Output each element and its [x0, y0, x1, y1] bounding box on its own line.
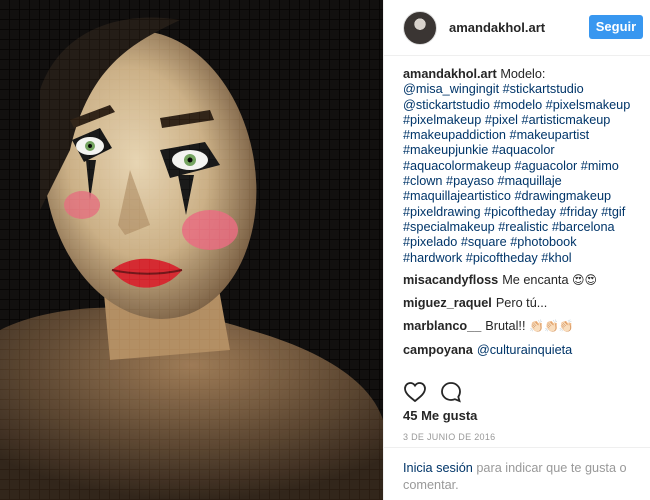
- comment-author[interactable]: misacandyfloss: [403, 273, 498, 287]
- caption-author[interactable]: amandakhol.art: [403, 67, 497, 81]
- comment-author[interactable]: campoyana: [403, 343, 473, 357]
- hashtag-link[interactable]: #maquillaje: [498, 174, 562, 188]
- comment-mention[interactable]: @culturainquieta: [477, 343, 572, 357]
- hashtag-link[interactable]: #artisticmakeup: [522, 113, 611, 127]
- comment-emoji: 👏🏻👏🏻👏🏻: [529, 319, 574, 334]
- hashtag-link[interactable]: #barcelona: [552, 220, 615, 234]
- action-bar: [403, 380, 643, 404]
- pixel-makeup-portrait-image: [0, 0, 383, 500]
- caption-text: Modelo:: [500, 67, 546, 81]
- comment-thread: misacandyfloss Me encanta 😍😍 miguez_raquel…: [403, 273, 639, 358]
- comment-author[interactable]: miguez_raquel: [403, 296, 492, 310]
- post-photo[interactable]: [0, 0, 383, 500]
- hashtag-link[interactable]: #makeupartist: [510, 128, 590, 142]
- hashtag-link[interactable]: #pixelmakeup: [403, 113, 481, 127]
- login-prompt: Inicia sesión para indicar que te gusta …: [384, 447, 650, 492]
- header-username[interactable]: amandakhol.art: [449, 20, 545, 35]
- hashtag-link[interactable]: #pixel: [485, 113, 518, 127]
- hashtag-link[interactable]: #khol: [541, 251, 571, 265]
- hashtag-link[interactable]: #hardwork: [403, 251, 462, 265]
- hashtag-link[interactable]: @misa_wingingit: [403, 82, 499, 96]
- likes-count[interactable]: 45 Me gusta: [403, 408, 477, 423]
- post-caption: amandakhol.art Modelo: @misa_wingingit #…: [403, 67, 639, 266]
- comment-author[interactable]: marblanco__: [403, 319, 481, 333]
- hashtag-link[interactable]: #maquillajeartistico: [403, 189, 511, 203]
- hashtag-link[interactable]: #makeupjunkie: [403, 143, 488, 157]
- comment-item: campoyana @culturainquieta: [403, 343, 639, 358]
- hashtag-link[interactable]: #pixelsmakeup: [546, 98, 631, 112]
- hashtag-link[interactable]: #square: [461, 235, 507, 249]
- hashtag-link[interactable]: #tgif: [601, 205, 625, 219]
- post-details-panel: amandakhol.art Seguir amandakhol.art Mod…: [383, 0, 650, 500]
- hashtag-link[interactable]: #aguacolor: [514, 159, 577, 173]
- heart-outline-icon[interactable]: [403, 380, 427, 404]
- hashtag-link[interactable]: #pixelado: [403, 235, 457, 249]
- hashtag-link[interactable]: #makeupaddiction: [403, 128, 506, 142]
- hashtag-link[interactable]: #payaso: [446, 174, 494, 188]
- avatar[interactable]: [403, 11, 437, 45]
- hashtag-link[interactable]: #aquacolor: [492, 143, 555, 157]
- hashtag-link[interactable]: #modelo: [493, 98, 542, 112]
- hashtag-link[interactable]: #specialmakeup: [403, 220, 495, 234]
- login-link[interactable]: Inicia sesión: [403, 461, 473, 475]
- follow-button[interactable]: Seguir: [589, 15, 643, 39]
- comments-list: amandakhol.art Modelo: @misa_wingingit #…: [403, 67, 639, 366]
- hashtag-link[interactable]: #mimo: [581, 159, 619, 173]
- comment-bubble-icon[interactable]: [439, 380, 463, 404]
- comment-item: marblanco__ Brutal!! 👏🏻👏🏻👏🏻: [403, 319, 639, 334]
- hashtag-link[interactable]: #realistic: [498, 220, 548, 234]
- comment-text: Pero tú...: [495, 296, 548, 311]
- hashtag-link[interactable]: #picoftheday: [484, 205, 556, 219]
- hashtag-link[interactable]: #aquacolormakeup: [403, 159, 511, 173]
- comment-emoji: 😍😍: [572, 272, 598, 287]
- comment-text: Brutal!!: [485, 319, 529, 334]
- comment-text: Me encanta: [502, 272, 573, 287]
- hashtag-link[interactable]: #friday: [560, 205, 598, 219]
- comment-item: miguez_raquel Pero tú...: [403, 296, 639, 311]
- hashtag-link[interactable]: #picoftheday: [466, 251, 538, 265]
- login-prompt-text: Inicia sesión para indicar que te gusta …: [403, 460, 643, 494]
- hashtag-link[interactable]: #clown: [403, 174, 443, 188]
- post-header: amandakhol.art Seguir: [384, 0, 650, 56]
- hashtag-link[interactable]: #photobook: [510, 235, 576, 249]
- hashtag-link[interactable]: #stickartstudio: [503, 82, 584, 96]
- post-date: 3 DE JUNIO DE 2016: [403, 432, 496, 442]
- hashtag-link[interactable]: #pixeldrawing: [403, 205, 481, 219]
- hashtag-link[interactable]: #drawingmakeup: [514, 189, 611, 203]
- comment-item: misacandyfloss Me encanta 😍😍: [403, 273, 639, 288]
- hashtag-link[interactable]: @stickartstudio: [403, 98, 490, 112]
- caption-hashtags: @misa_wingingit #stickartstudio @stickar…: [403, 82, 630, 264]
